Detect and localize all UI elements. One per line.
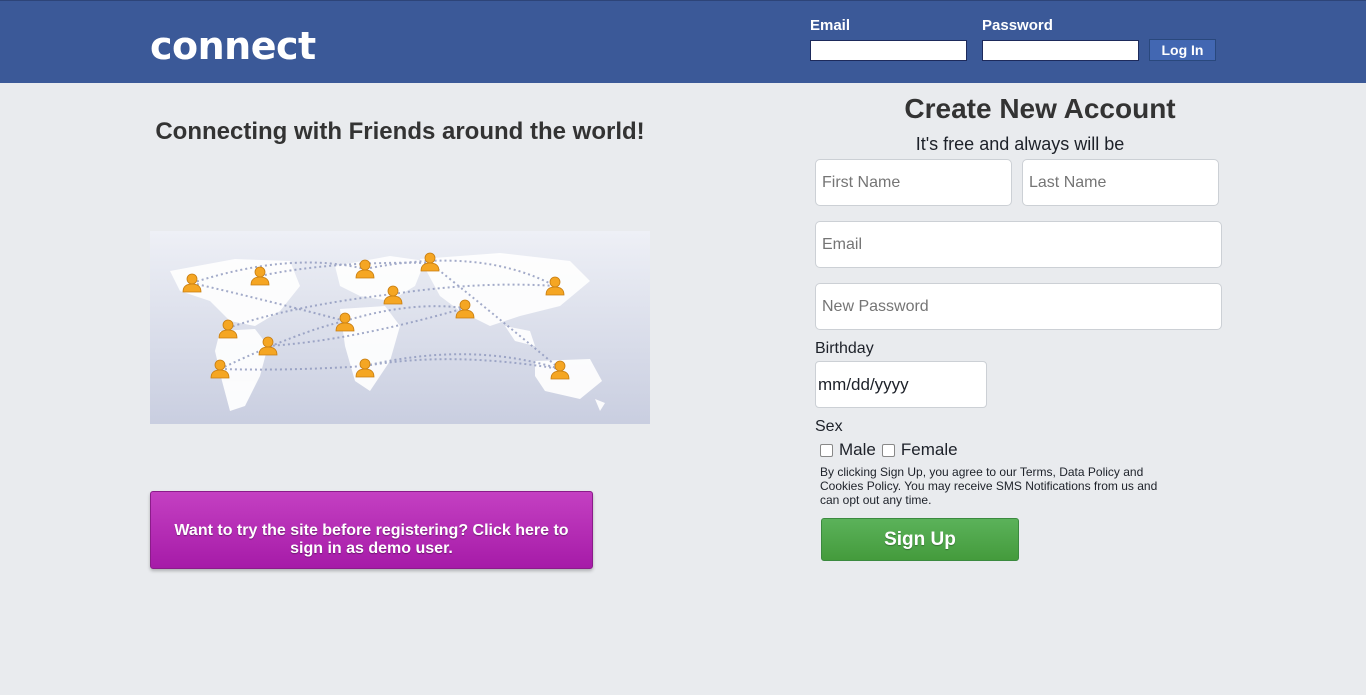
first-name-input[interactable] [815, 159, 1012, 206]
login-password-label: Password [982, 17, 1053, 34]
sex-options: Male Female [820, 440, 958, 460]
female-label: Female [900, 440, 958, 459]
top-navbar: connect Email Password Log In [0, 0, 1366, 83]
sign-up-button[interactable]: Sign Up [821, 518, 1019, 561]
female-checkbox[interactable] [881, 443, 895, 457]
site-logo[interactable]: connect [150, 27, 316, 65]
signup-email-input[interactable] [815, 221, 1222, 268]
new-password-input[interactable] [815, 283, 1222, 330]
last-name-input[interactable] [1022, 159, 1219, 206]
login-button[interactable]: Log In [1149, 39, 1216, 61]
demo-user-button[interactable]: Want to try the site before registering?… [150, 491, 593, 569]
signup-subtitle: It's free and always will be [915, 134, 1125, 154]
birthday-input[interactable]: mm/dd/yyyy [815, 361, 987, 408]
male-label: Male [839, 440, 876, 459]
login-email-label: Email [810, 17, 851, 34]
male-checkbox[interactable] [820, 443, 833, 457]
world-map-image [150, 231, 650, 424]
login-password-input[interactable] [982, 40, 1139, 61]
sex-label: Sex [815, 418, 843, 435]
birthday-label: Birthday [815, 340, 874, 357]
tagline-heading: Connecting with Friends around the world… [155, 118, 645, 145]
login-email-input[interactable] [810, 40, 967, 61]
signup-title: Create New Account [904, 93, 1176, 124]
terms-notice: By clicking Sign Up, you agree to our Te… [820, 465, 1158, 507]
